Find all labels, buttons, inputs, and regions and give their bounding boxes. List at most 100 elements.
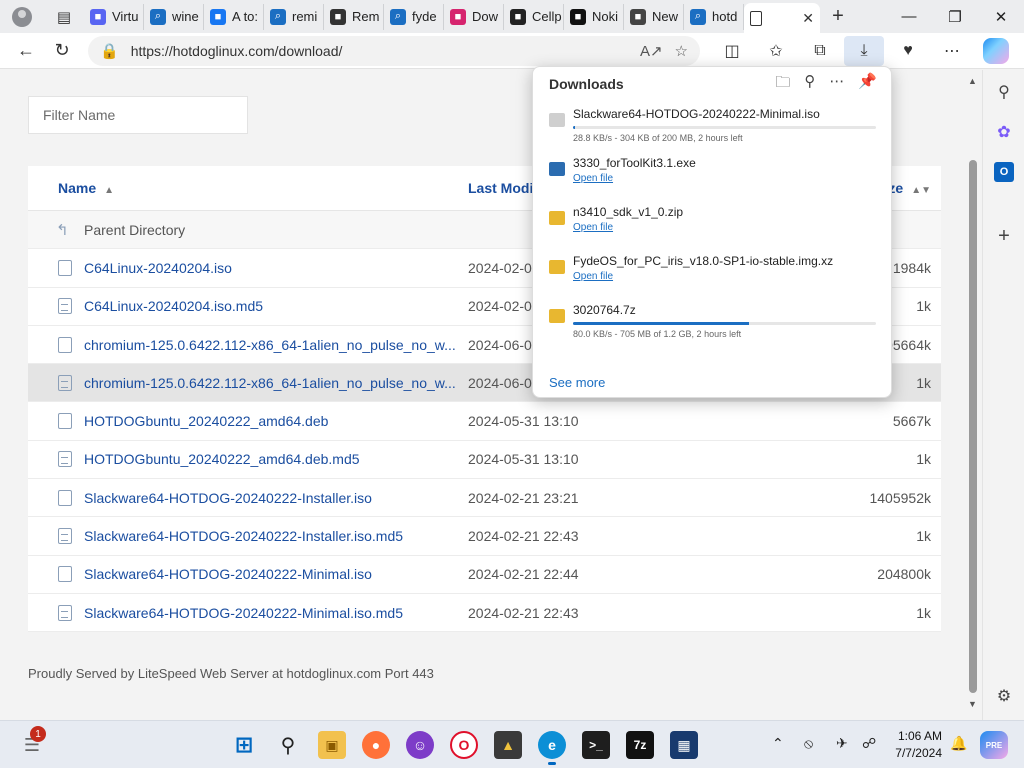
close-tab-icon[interactable]: ✕ xyxy=(802,10,814,27)
download-item[interactable]: 3330_forToolKit3.1.exe Open file xyxy=(533,150,891,199)
virtualbox-icon[interactable]: ▦ xyxy=(670,731,698,759)
search-icon[interactable]: ⚲ xyxy=(994,82,1014,102)
scroll-up-icon[interactable]: ▲ xyxy=(968,76,977,86)
table-row[interactable]: HOTDOGbuntu_20240222_amd64.deb.md5 2024-0… xyxy=(28,441,941,480)
messenger-app-icon[interactable]: ☺ xyxy=(406,731,434,759)
terminal-icon[interactable]: >_ xyxy=(582,731,610,759)
favorite-star-icon[interactable]: ☆ xyxy=(675,42,688,60)
file-name-link[interactable]: HOTDOGbuntu_20240222_amd64.deb xyxy=(84,413,456,429)
favorites-button[interactable]: ✩ xyxy=(756,36,796,66)
download-name[interactable]: n3410_sdk_v1_0.zip xyxy=(573,199,873,219)
copilot-button[interactable] xyxy=(976,36,1016,66)
close-window-button[interactable]: ✕ xyxy=(978,8,1024,26)
restore-button[interactable]: ❐ xyxy=(932,8,978,26)
chevron-up-icon[interactable]: ⌃ xyxy=(772,735,784,752)
address-bar[interactable]: 🔒 https://hotdoglinux.com/download/ A↗ ☆ xyxy=(88,35,700,66)
pin-icon[interactable]: 📌 xyxy=(858,72,877,97)
tab-8[interactable]: ■ Noki xyxy=(564,3,624,30)
split-screen-button[interactable]: ◫ xyxy=(712,36,752,66)
tab-5[interactable]: ⌕ fyde xyxy=(384,3,444,30)
network-off-icon[interactable]: ⦸ xyxy=(804,735,813,752)
back-button[interactable]: ← xyxy=(8,36,44,66)
search-downloads-icon[interactable]: ⚲ xyxy=(804,72,815,97)
tab-2[interactable]: ■ A to: xyxy=(204,3,264,30)
tab-0[interactable]: ■ Virtu xyxy=(84,3,144,30)
table-row[interactable]: Slackware64-HOTDOG-20240222-Minimal.iso.… xyxy=(28,594,941,633)
parent-directory-link[interactable]: Parent Directory xyxy=(84,222,456,238)
file-name-link[interactable]: Slackware64-HOTDOG-20240222-Installer.is… xyxy=(84,490,456,506)
file-name-link[interactable]: chromium-125.0.6422.112-x86_64-1alien_no… xyxy=(84,375,456,391)
download-item[interactable]: 3020764.7z 80.0 KB/s - 705 MB of 1.2 GB, … xyxy=(533,297,891,346)
refresh-button[interactable]: ↻ xyxy=(44,36,80,66)
see-more-link[interactable]: See more xyxy=(549,375,605,390)
read-aloud-icon[interactable]: A↗ xyxy=(640,42,663,60)
edge-sidebar: ⚲ ✿ O + ⚙ xyxy=(982,70,1024,720)
minimize-button[interactable]: — xyxy=(886,8,932,26)
7zip-icon[interactable]: 7z xyxy=(626,731,654,759)
file-name-link[interactable]: C64Linux-20240204.iso.md5 xyxy=(84,298,456,314)
settings-gear-icon[interactable]: ⚙ xyxy=(994,686,1014,706)
search-taskbar-button[interactable]: ⚲ xyxy=(274,731,302,759)
more-menu-button[interactable]: ⋯ xyxy=(932,36,972,66)
file-name-link[interactable]: Slackware64-HOTDOG-20240222-Minimal.iso.… xyxy=(84,605,456,621)
profile-button[interactable] xyxy=(0,0,44,33)
file-name-link[interactable]: Slackware64-HOTDOG-20240222-Minimal.iso xyxy=(84,566,456,582)
tab-1[interactable]: ⌕ wine xyxy=(144,3,204,30)
open-file-link[interactable]: Open file xyxy=(573,271,891,282)
copilot-taskbar-icon[interactable]: PRE xyxy=(980,731,1008,759)
scroll-down-icon[interactable]: ▼ xyxy=(968,699,977,709)
lock-icon[interactable]: 🔒 xyxy=(100,42,119,60)
browser-essentials-button[interactable]: ♥ xyxy=(888,36,928,66)
open-file-link[interactable]: Open file xyxy=(573,222,891,233)
opera-icon[interactable]: O xyxy=(450,731,478,759)
file-name-link[interactable]: C64Linux-20240204.iso xyxy=(84,260,456,276)
edge-icon[interactable]: e xyxy=(538,731,566,765)
messenger-icon: ■ xyxy=(210,8,226,25)
name-column-header[interactable]: Name ▲ xyxy=(58,180,468,196)
tab-actions-button[interactable]: ▤ xyxy=(44,0,84,33)
tab-3[interactable]: ⌕ remi xyxy=(264,3,324,30)
table-row[interactable]: Slackware64-HOTDOG-20240222-Installer.is… xyxy=(28,517,941,556)
start-button[interactable]: ⊞ xyxy=(230,731,258,759)
file-name-link[interactable]: Slackware64-HOTDOG-20240222-Installer.is… xyxy=(84,528,456,544)
copilot-sidebar-icon[interactable]: ✿ xyxy=(994,122,1014,142)
outlook-icon[interactable]: O xyxy=(994,162,1014,182)
tab-7[interactable]: ■ Cellp xyxy=(504,3,564,30)
clock[interactable]: 1:06 AM 7/7/2024 xyxy=(886,728,942,762)
tab-10[interactable]: ⌕ hotd xyxy=(684,3,744,30)
download-status: 80.0 KB/s - 705 MB of 1.2 GB, 2 hours le… xyxy=(573,329,742,339)
table-row[interactable]: HOTDOGbuntu_20240222_amd64.deb 2024-05-31… xyxy=(28,402,941,441)
open-folder-icon[interactable]: 🗀 xyxy=(775,72,790,97)
table-row[interactable]: Slackware64-HOTDOG-20240222-Minimal.iso 2… xyxy=(28,556,941,594)
file-name-link[interactable]: HOTDOGbuntu_20240222_amd64.deb.md5 xyxy=(84,451,456,467)
download-name[interactable]: 3020764.7z xyxy=(573,297,873,317)
url-text[interactable]: https://hotdoglinux.com/download/ xyxy=(131,43,628,59)
file-name-link[interactable]: chromium-125.0.6422.112-x86_64-1alien_no… xyxy=(84,337,456,353)
new-tab-button[interactable]: + xyxy=(820,5,856,28)
tab-9[interactable]: ■ New xyxy=(624,3,684,30)
table-row[interactable]: Slackware64-HOTDOG-20240222-Installer.is… xyxy=(28,479,941,518)
add-sidebar-app-icon[interactable]: + xyxy=(994,225,1014,247)
tab-6[interactable]: ■ Dow xyxy=(444,3,504,30)
scroll-thumb[interactable] xyxy=(969,160,977,693)
filter-name-input[interactable]: Filter Name xyxy=(28,96,248,134)
battery-saver-icon[interactable]: ☍ xyxy=(862,735,876,752)
file-explorer-icon[interactable]: ▣ xyxy=(318,731,346,759)
more-options-icon[interactable]: ⋯ xyxy=(829,72,844,97)
download-name[interactable]: FydeOS_for_PC_iris_v18.0-SP1-io-stable.i… xyxy=(573,248,873,268)
download-name[interactable]: 3330_forToolKit3.1.exe xyxy=(573,150,873,170)
download-item[interactable]: n3410_sdk_v1_0.zip Open file xyxy=(533,199,891,248)
airplane-mode-icon[interactable]: ✈ xyxy=(836,735,848,752)
arch-app-icon[interactable]: ▲ xyxy=(494,731,522,759)
open-file-link[interactable]: Open file xyxy=(573,173,891,184)
page-scrollbar[interactable]: ▲ ▼ xyxy=(964,70,982,718)
firefox-icon[interactable]: ● xyxy=(362,731,390,759)
notification-bell-icon[interactable]: 🔔 xyxy=(950,735,967,752)
download-item[interactable]: FydeOS_for_PC_iris_v18.0-SP1-io-stable.i… xyxy=(533,248,891,297)
downloads-button[interactable]: ⤓ xyxy=(844,35,884,66)
collections-button[interactable]: ⧉ xyxy=(800,36,840,66)
tab-4[interactable]: ■ Rem xyxy=(324,3,384,30)
tab-active[interactable]: ✕ xyxy=(744,3,820,33)
download-name[interactable]: Slackware64-HOTDOG-20240222-Minimal.iso xyxy=(573,101,873,121)
download-item[interactable]: Slackware64-HOTDOG-20240222-Minimal.iso 2… xyxy=(533,101,891,150)
